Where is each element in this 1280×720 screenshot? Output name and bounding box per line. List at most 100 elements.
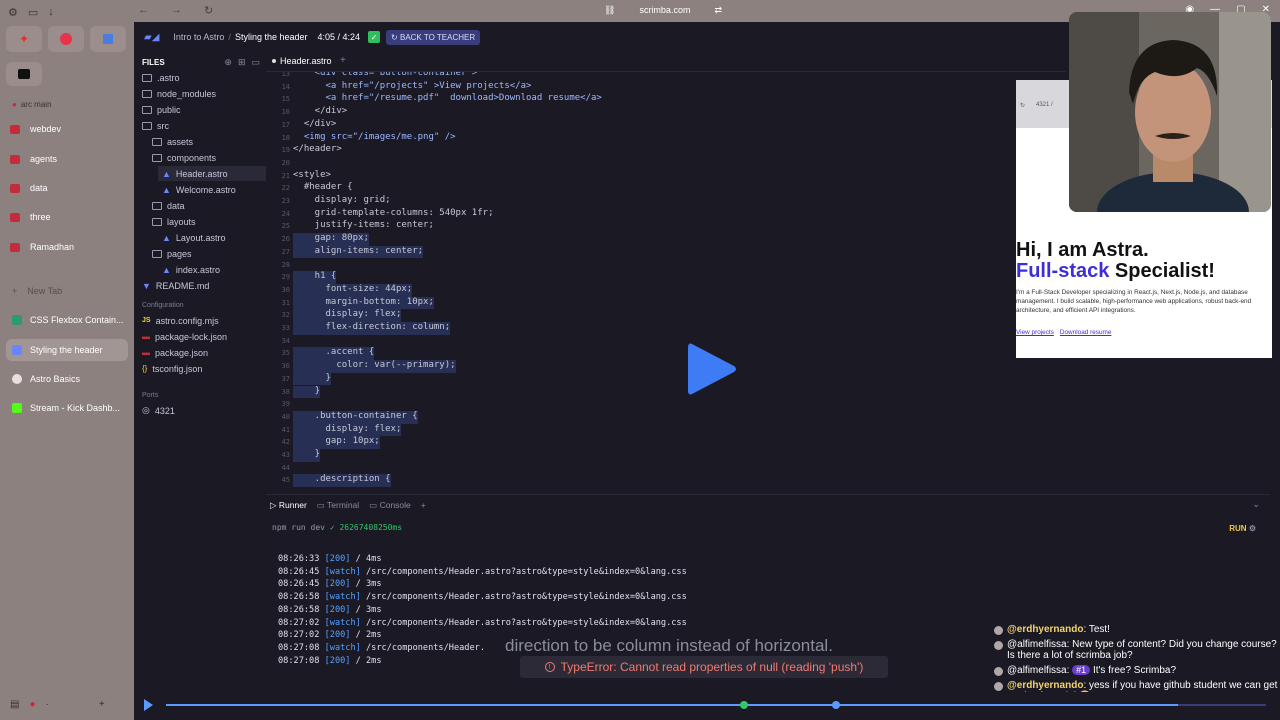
folder-data[interactable]: data	[10, 183, 48, 193]
tune-icon[interactable]: ⇄	[714, 5, 722, 16]
check-icon[interactable]: ✓	[368, 31, 381, 43]
line-number: 21	[281, 171, 290, 180]
scrimba-logo-icon[interactable]: ▰◢	[144, 32, 159, 43]
ports-section-label: Ports	[142, 392, 159, 399]
code-text: <img src="/images/me.png" />	[293, 131, 456, 142]
space-label[interactable]: ● arc main	[12, 100, 52, 109]
settings-icon[interactable]: ⚙	[8, 6, 18, 19]
pinned-tab-3[interactable]	[90, 26, 126, 52]
tab-kick-dashboard[interactable]: Stream - Kick Dashb...	[6, 397, 128, 419]
log-time: 08:26:58	[278, 592, 320, 603]
code-text: grid-template-columns: 540px 1fr;	[293, 207, 494, 218]
add-tab-icon[interactable]: +	[340, 55, 346, 66]
reload-icon[interactable]: ↻	[204, 4, 213, 17]
space-dots-icon[interactable]: ●	[29, 699, 35, 710]
code-editor[interactable]: 13 <div class="button-container"> 14 <a h…	[266, 72, 1066, 488]
refresh-icon[interactable]: ↻	[1020, 102, 1025, 109]
archive-icon[interactable]: ▤	[10, 699, 19, 710]
view-projects-link[interactable]: View projects	[1016, 329, 1054, 336]
code-line: 14 <a href="/projects" >View projects</a…	[266, 81, 532, 94]
tab-console-label: Console	[379, 500, 411, 510]
space-dot-2-icon[interactable]: ·	[46, 699, 49, 710]
new-folder-icon[interactable]: ⊞	[238, 57, 246, 68]
log-tag: [200]	[324, 604, 351, 615]
code-line: 45 .description {	[266, 474, 391, 488]
breadcrumb-course[interactable]: Intro to Astro	[173, 32, 224, 42]
line-number: 22	[281, 184, 290, 193]
new-tab-button[interactable]: + New Tab	[12, 286, 62, 296]
log-time: 08:27:08	[278, 655, 320, 666]
file-tree-item[interactable]: ▼ README.md	[138, 278, 266, 293]
new-file-icon[interactable]: ⊕	[224, 57, 232, 68]
chat-message: @alfimelfissa: #1 It's free? Scrimba?	[994, 665, 1278, 676]
tab-astro-basics[interactable]: Astro Basics	[6, 368, 128, 390]
pinned-tab-4[interactable]	[6, 62, 42, 86]
tab-css-flexbox[interactable]: CSS Flexbox Contain...	[6, 309, 128, 331]
tab-favicon-icon	[12, 345, 22, 355]
file-tree-item[interactable]: components	[148, 150, 266, 165]
file-package-json[interactable]: ▬ package.json	[142, 345, 208, 360]
file-tree-item[interactable]: src	[138, 118, 266, 133]
pinned-tab-2[interactable]	[48, 26, 84, 52]
code-text: flex-direction: column;	[293, 322, 451, 335]
collapse-icon[interactable]: ▭	[251, 57, 260, 68]
timeline-marker[interactable]	[832, 701, 840, 709]
file-package-lock[interactable]: ▬ package-lock.json	[142, 329, 227, 344]
tab-styling-the-header[interactable]: Styling the header	[6, 339, 128, 361]
editor-tab-label: Header.astro	[280, 56, 332, 66]
tab-runner[interactable]: ▷ Runner	[270, 500, 307, 511]
editor-tab-header-astro[interactable]: Header.astro	[272, 56, 332, 66]
timeline-track[interactable]	[166, 701, 1266, 709]
add-panel-icon[interactable]: +	[421, 500, 426, 511]
folder-agents[interactable]: agents	[10, 154, 57, 164]
file-tree-item[interactable]: node_modules	[138, 86, 266, 101]
file-tree-item[interactable]: ▲ Header.astro	[158, 166, 266, 181]
code-text: display: flex;	[293, 309, 402, 322]
download-resume-link[interactable]: Download resume	[1060, 329, 1112, 336]
download-icon[interactable]: ↓	[48, 6, 54, 19]
line-number: 29	[281, 273, 290, 282]
file-tree-item[interactable]: pages	[148, 246, 266, 261]
file-actions: ⊕ ⊞ ▭	[224, 57, 260, 68]
play-small-icon[interactable]	[144, 699, 153, 711]
file-label: layouts	[167, 216, 196, 227]
port-item[interactable]: ◎ 4321	[142, 403, 175, 418]
file-tree-item[interactable]: layouts	[148, 214, 266, 229]
code-text: <style>	[293, 169, 331, 180]
timeline-marker[interactable]	[740, 701, 748, 709]
log-time: 08:26:45	[278, 566, 320, 577]
file-astro-config[interactable]: JS astro.config.mjs	[142, 313, 219, 328]
file-tree-item[interactable]: ▲ Welcome.astro	[158, 182, 266, 197]
file-tree-item[interactable]: assets	[148, 134, 266, 149]
line-number: 17	[281, 120, 290, 129]
error-toast: ! TypeError: Cannot read properties of n…	[520, 656, 888, 678]
log-time: 08:27:08	[278, 642, 320, 653]
tab-terminal[interactable]: ▭ Terminal	[317, 500, 359, 511]
folder-ramadhan[interactable]: Ramadhan	[10, 242, 74, 252]
back-to-teacher-button[interactable]: ↻ BACK TO TEACHER	[386, 29, 481, 45]
code-text: font-size: 44px;	[293, 283, 413, 297]
code-line: 33 flex-direction: column;	[266, 322, 451, 335]
tab-console[interactable]: ▭ Console	[369, 500, 411, 511]
code-text: </div>	[293, 106, 348, 117]
folder-webdev[interactable]: webdev	[10, 124, 61, 134]
file-tree-item[interactable]: data	[148, 198, 266, 213]
file-tree-item[interactable]: ▲ index.astro	[158, 262, 266, 277]
plus-icon[interactable]: +	[99, 699, 105, 710]
back-arrow-icon[interactable]: ←	[138, 4, 149, 17]
sidebar-toggle-icon[interactable]: ▭	[28, 6, 38, 19]
chevron-down-icon[interactable]: ⌄	[1252, 499, 1260, 510]
file-tree-item[interactable]: ▲ Layout.astro	[158, 230, 266, 245]
play-icon[interactable]	[686, 340, 738, 398]
file-tsconfig[interactable]: {} tsconfig.json	[142, 361, 202, 376]
code-line: 35 .accent {	[266, 347, 375, 361]
folder-three[interactable]: three	[10, 212, 51, 222]
file-tree-item[interactable]: .astro	[138, 70, 266, 85]
url-bar[interactable]: ⛓ scrimba.com ⇄	[604, 5, 722, 16]
pinned-tab-1[interactable]: ✦	[6, 26, 42, 52]
run-button[interactable]: RUN ⚙	[1229, 524, 1256, 533]
log-tag: [watch]	[324, 642, 361, 653]
file-tree-item[interactable]: public	[138, 102, 266, 117]
settings-icon[interactable]: ⚙	[1249, 524, 1256, 533]
forward-arrow-icon[interactable]: →	[171, 4, 182, 17]
